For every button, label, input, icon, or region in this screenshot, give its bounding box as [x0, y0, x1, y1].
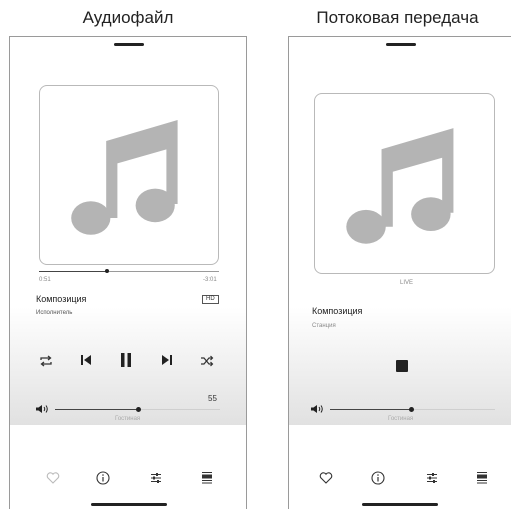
queue-icon[interactable] — [201, 471, 213, 485]
music-note-icon — [335, 114, 476, 255]
track-title: Композиция — [36, 294, 87, 304]
info-icon[interactable] — [96, 471, 110, 485]
volume-fill — [330, 409, 412, 410]
music-note-icon — [60, 106, 200, 246]
volume-value: 55 — [208, 394, 217, 403]
volume-icon[interactable] — [310, 404, 324, 414]
home-indicator — [362, 503, 438, 506]
volume-thumb[interactable] — [409, 407, 414, 412]
artist-name: Исполнитель — [36, 310, 73, 316]
streaming-caption: Потоковая передача — [316, 8, 479, 27]
sliders-icon[interactable] — [150, 472, 162, 484]
stop-icon[interactable] — [395, 359, 409, 373]
repeat-icon[interactable] — [39, 355, 53, 367]
pause-icon[interactable] — [120, 352, 132, 368]
heart-icon[interactable] — [46, 472, 60, 484]
track-title: Композиция — [312, 306, 363, 316]
shuffle-icon[interactable] — [200, 355, 214, 367]
room-name: Гостиная — [115, 416, 141, 422]
drag-handle[interactable] — [114, 43, 144, 46]
album-art — [39, 85, 219, 265]
room-name: Гостиная — [388, 416, 414, 422]
volume-fill — [55, 409, 139, 410]
progress-thumb[interactable] — [105, 269, 109, 273]
album-art — [314, 93, 495, 274]
info-icon[interactable] — [371, 471, 385, 485]
live-label: LIVE — [400, 280, 414, 286]
drag-handle[interactable] — [386, 43, 416, 46]
progress-fill — [39, 271, 107, 272]
queue-icon[interactable] — [476, 471, 488, 485]
audio-file-caption: Аудиофайл — [82, 8, 174, 27]
home-indicator — [91, 503, 167, 506]
time-elapsed: 0:51 — [39, 277, 51, 283]
volume-icon[interactable] — [35, 404, 49, 414]
hd-badge: HD — [202, 295, 219, 304]
heart-icon[interactable] — [319, 472, 333, 484]
previous-icon[interactable] — [80, 354, 92, 366]
streaming-phone: LIVE Композиция Станция Гостиная — [288, 36, 511, 509]
audio-file-phone: 0:51 -3:01 Композиция HD Исполнитель 55 … — [9, 36, 247, 509]
sliders-icon[interactable] — [426, 472, 438, 484]
time-remaining: -3:01 — [203, 277, 217, 283]
next-icon[interactable] — [161, 354, 173, 366]
volume-thumb[interactable] — [136, 407, 141, 412]
station-name: Станция — [312, 323, 336, 329]
